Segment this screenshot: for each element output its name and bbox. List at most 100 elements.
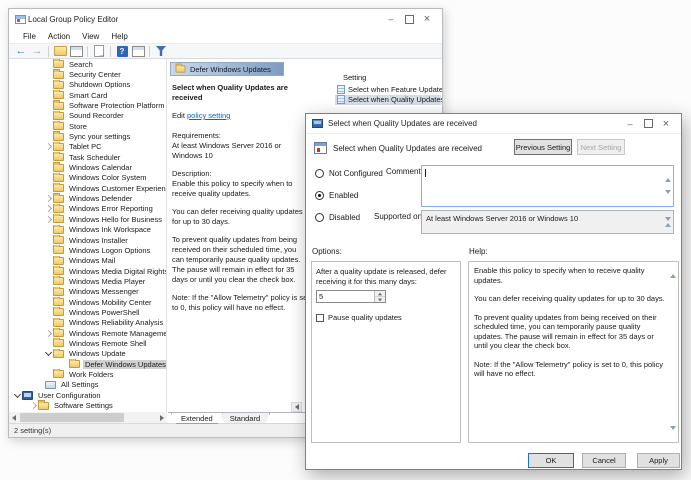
expander-icon[interactable] [44, 329, 53, 338]
expander-icon[interactable] [44, 215, 53, 224]
comment-field[interactable] [421, 165, 674, 207]
expander-icon[interactable] [29, 401, 38, 410]
scroll-up-icon[interactable] [665, 169, 671, 178]
tree-item[interactable]: Windows Media Player [9, 276, 166, 286]
tree-item[interactable]: Windows Reliability Analysis [9, 318, 166, 328]
menu-item[interactable]: Help [105, 32, 133, 41]
tree-item[interactable]: Windows Defender [9, 193, 166, 203]
minimize-icon[interactable] [621, 117, 639, 131]
help-paragraph: Note: If the "Allow Telemetry" policy is… [474, 360, 665, 379]
next-setting-button[interactable]: Next Setting [577, 139, 625, 155]
tree-item[interactable]: Sync your settings [9, 131, 166, 141]
view-tab[interactable]: Extended [171, 413, 223, 424]
defer-days-spinner[interactable]: 5 [316, 290, 386, 303]
scroll-up-icon[interactable] [670, 265, 676, 275]
tree-horizontal-scrollbar[interactable] [9, 412, 167, 423]
separator[interactable] [108, 45, 113, 58]
radio-button-icon[interactable] [315, 169, 324, 178]
scroll-down-icon[interactable] [670, 430, 676, 440]
settings-list-item[interactable]: Select when Quality Updates are received [335, 95, 441, 106]
radio-option[interactable]: Enabled [315, 190, 383, 201]
radio-option[interactable]: Not Configured [315, 168, 383, 179]
tree-item[interactable]: Windows PowerShell [9, 307, 166, 317]
expander-icon[interactable] [44, 204, 53, 213]
ok-button[interactable]: OK [528, 453, 574, 468]
maximize-icon[interactable] [400, 12, 418, 26]
tree-item[interactable]: Windows Calendar [9, 162, 166, 172]
tree-item[interactable]: Windows Mail [9, 256, 166, 266]
scroll-down-icon[interactable] [665, 194, 671, 203]
close-icon[interactable] [418, 12, 436, 26]
forward-arrow-icon[interactable] [30, 45, 44, 58]
expander-icon[interactable] [44, 142, 53, 151]
spinner-down-button[interactable] [375, 296, 385, 302]
tree-item[interactable]: Store [9, 121, 166, 131]
tree-item[interactable]: Windows Logon Options [9, 245, 166, 255]
tree-item[interactable]: Windows Installer [9, 235, 166, 245]
tree-item[interactable]: Security Center [9, 69, 166, 79]
separator[interactable] [85, 45, 90, 58]
radio-option[interactable]: Disabled [315, 212, 383, 223]
scroll-left-icon[interactable] [9, 412, 19, 423]
dialog-titlebar[interactable]: Select when Quality Updates are received [306, 114, 681, 134]
tree-item[interactable]: Software Protection Platform [9, 100, 166, 110]
menu-item[interactable]: View [76, 32, 105, 41]
previous-setting-button[interactable]: Previous Setting [514, 139, 572, 155]
tree-item[interactable]: User Configuration [9, 390, 166, 400]
scroll-right-icon[interactable] [157, 412, 167, 423]
tree-item[interactable]: Windows Update [9, 349, 166, 359]
tree-item[interactable]: Smart Card [9, 90, 166, 100]
tree-item[interactable]: Windows Customer Experience [9, 183, 166, 193]
radio-button-icon[interactable] [315, 213, 324, 222]
tree-item[interactable]: Sound Recorder [9, 111, 166, 121]
tree-item[interactable]: Windows Color System [9, 173, 166, 183]
tree-item[interactable]: Windows Hello for Business [9, 214, 166, 224]
menu-item[interactable]: File [17, 32, 42, 41]
apply-button[interactable]: Apply [637, 453, 680, 468]
expander-icon[interactable] [44, 194, 53, 203]
tree-item[interactable]: Windows Remote Shell [9, 338, 166, 348]
tree-item[interactable]: Task Scheduler [9, 152, 166, 162]
scroll-down-icon[interactable] [665, 221, 671, 230]
tree-item[interactable]: All Settings [9, 380, 166, 390]
tree-item[interactable]: Defer Windows Updates [9, 359, 166, 369]
tree-item[interactable]: Windows Mobility Center [9, 297, 166, 307]
expander-icon[interactable] [44, 349, 53, 358]
filter-icon[interactable] [154, 45, 168, 58]
tree-item[interactable]: Windows Ink Workspace [9, 225, 166, 235]
expander-icon[interactable] [13, 391, 22, 400]
scrollbar-thumb[interactable] [20, 413, 124, 422]
separator[interactable] [46, 45, 51, 58]
tree-item[interactable]: Windows Media Digital Rights [9, 266, 166, 276]
radio-button-icon[interactable] [315, 191, 324, 200]
defer-days-value[interactable]: 5 [317, 291, 374, 302]
cancel-button[interactable]: Cancel [582, 453, 626, 468]
tree-item[interactable]: Windows Messenger [9, 287, 166, 297]
export-list-icon[interactable] [92, 45, 106, 58]
checkbox-icon[interactable] [316, 314, 324, 322]
tree-item[interactable]: Windows Error Reporting [9, 204, 166, 214]
console-window-icon[interactable] [69, 45, 83, 58]
separator[interactable] [147, 45, 152, 58]
up-folder-icon[interactable] [53, 45, 67, 58]
tree-item[interactable]: Windows Remote Management [9, 328, 166, 338]
maximize-icon[interactable] [639, 117, 657, 131]
back-arrow-icon[interactable] [14, 45, 28, 58]
minimize-icon[interactable] [382, 12, 400, 26]
tree-item[interactable]: Tablet PC [9, 142, 166, 152]
settings-list-item[interactable]: Select when Feature Updates are received [335, 84, 441, 95]
settings-column-header[interactable]: Setting [335, 73, 441, 84]
tree-item[interactable]: Search [9, 59, 166, 69]
close-icon[interactable] [657, 117, 675, 131]
console-window-icon[interactable] [131, 45, 145, 58]
tree-item[interactable]: Shutdown Options [9, 80, 166, 90]
pause-quality-updates-checkbox[interactable]: Pause quality updates [316, 313, 456, 323]
edit-policy-setting-link[interactable]: policy setting [187, 111, 230, 120]
menu-item[interactable]: Action [42, 32, 76, 41]
tree-item[interactable]: Work Folders [9, 369, 166, 379]
supported-on-field[interactable]: At least Windows Server 2016 or Windows … [421, 210, 674, 234]
tree-item[interactable]: Software Settings [9, 400, 166, 410]
help-icon[interactable] [115, 45, 129, 58]
main-titlebar[interactable]: Local Group Policy Editor [9, 9, 442, 29]
description-scroll-left-icon[interactable] [291, 402, 302, 412]
